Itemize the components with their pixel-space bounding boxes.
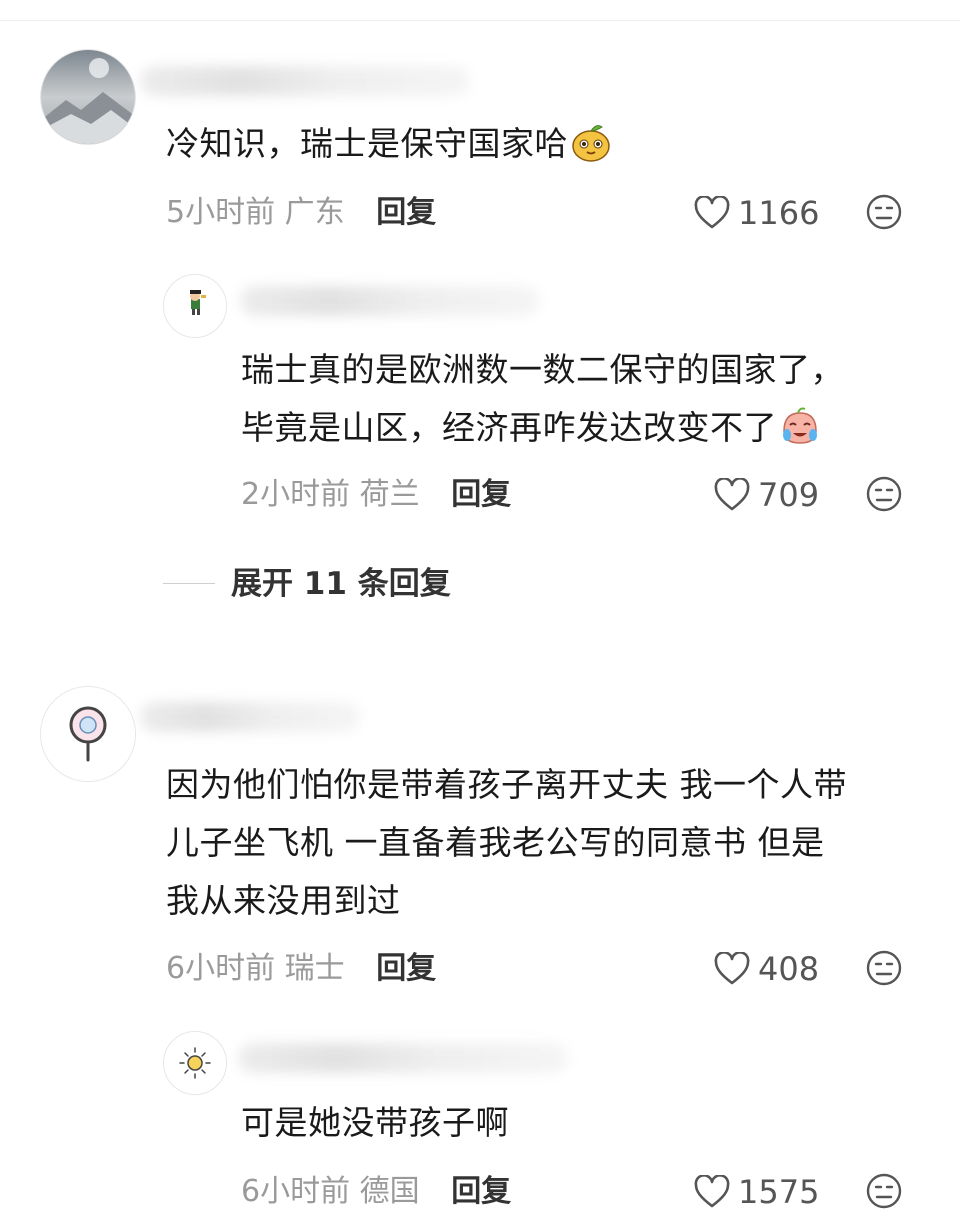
avatar[interactable] bbox=[40, 686, 136, 782]
reply-time: 6小时前 bbox=[241, 1174, 351, 1209]
comment-text-content: 冷知识，瑞士是保守国家哈 bbox=[166, 124, 568, 163]
comment-time: 5小时前 bbox=[166, 195, 276, 230]
like-button[interactable]: 408 bbox=[714, 949, 819, 989]
like-button[interactable]: 1575 bbox=[694, 1172, 819, 1212]
pear-emoji-icon bbox=[572, 125, 610, 162]
reply-location: 荷兰 bbox=[359, 477, 420, 512]
like-count: 1166 bbox=[738, 194, 820, 232]
meh-face-icon[interactable] bbox=[865, 949, 903, 987]
comment-location: 瑞士 bbox=[284, 951, 345, 986]
reply-button[interactable]: 回复 bbox=[451, 1174, 511, 1209]
top-divider bbox=[0, 20, 960, 21]
reply-text-line: 毕竟是山区，经济再咋发达改变不了 bbox=[241, 404, 941, 452]
comment-meta: 6小时前 瑞士 回复 bbox=[166, 949, 436, 989]
reply-text-line: 瑞士真的是欧洲数一数二保守的国家了， bbox=[241, 350, 844, 389]
meh-face-icon[interactable] bbox=[865, 475, 903, 513]
heart-outline-icon bbox=[714, 952, 750, 985]
comment-text: 因为他们怕你是带着孩子离开丈夫 我一个人带 儿子坐飞机 一直备着我老公写的同意书… bbox=[166, 761, 926, 925]
like-count: 1575 bbox=[738, 1173, 820, 1211]
reply-button[interactable]: 回复 bbox=[376, 195, 436, 230]
blurred-username bbox=[240, 286, 540, 316]
comment-location: 广东 bbox=[284, 195, 345, 230]
reply-meta: 6小时前 德国 回复 bbox=[241, 1172, 511, 1212]
reply-time: 2小时前 bbox=[241, 477, 351, 512]
heart-outline-icon bbox=[714, 478, 750, 511]
like-button[interactable]: 709 bbox=[714, 475, 819, 515]
reply-meta: 2小时前 荷兰 回复 bbox=[241, 475, 511, 515]
expand-divider bbox=[163, 583, 215, 584]
comment-text-line: 因为他们怕你是带着孩子离开丈夫 我一个人带 bbox=[166, 765, 847, 804]
expand-replies-button[interactable]: 展开 11 条回复 bbox=[231, 564, 451, 604]
comment-time: 6小时前 bbox=[166, 951, 276, 986]
reply-text: 瑞士真的是欧洲数一数二保守的国家了， 毕竟是山区，经济再咋发达改变不了 bbox=[241, 346, 941, 452]
reply-button[interactable]: 回复 bbox=[451, 477, 511, 512]
reply-text: 可是她没带孩子啊 bbox=[241, 1103, 509, 1142]
like-count: 408 bbox=[758, 950, 820, 988]
like-count: 709 bbox=[758, 476, 820, 514]
reply-avatar[interactable] bbox=[163, 274, 227, 338]
heart-outline-icon bbox=[694, 1175, 730, 1208]
like-button[interactable]: 1166 bbox=[694, 193, 819, 233]
meh-face-icon[interactable] bbox=[865, 1172, 903, 1210]
blurred-username bbox=[238, 1043, 568, 1073]
comment-text-line: 儿子坐飞机 一直备着我老公写的同意书 但是 bbox=[166, 823, 825, 862]
reply-avatar[interactable] bbox=[163, 1031, 227, 1095]
heart-outline-icon bbox=[694, 196, 730, 229]
reply-location: 德国 bbox=[359, 1174, 420, 1209]
blurred-username bbox=[140, 702, 360, 732]
reply-button[interactable]: 回复 bbox=[376, 951, 436, 986]
reply-text-line-content: 毕竟是山区，经济再咋发达改变不了 bbox=[241, 408, 777, 447]
comment-meta: 5小时前 广东 回复 bbox=[166, 193, 436, 233]
crying-laugh-emoji-icon bbox=[783, 407, 817, 444]
avatar[interactable] bbox=[40, 49, 136, 145]
meh-face-icon[interactable] bbox=[865, 193, 903, 231]
blurred-username bbox=[140, 66, 470, 96]
comment-text-line: 我从来没用到过 bbox=[166, 881, 401, 920]
comment-text: 冷知识，瑞士是保守国家哈 bbox=[166, 120, 886, 168]
